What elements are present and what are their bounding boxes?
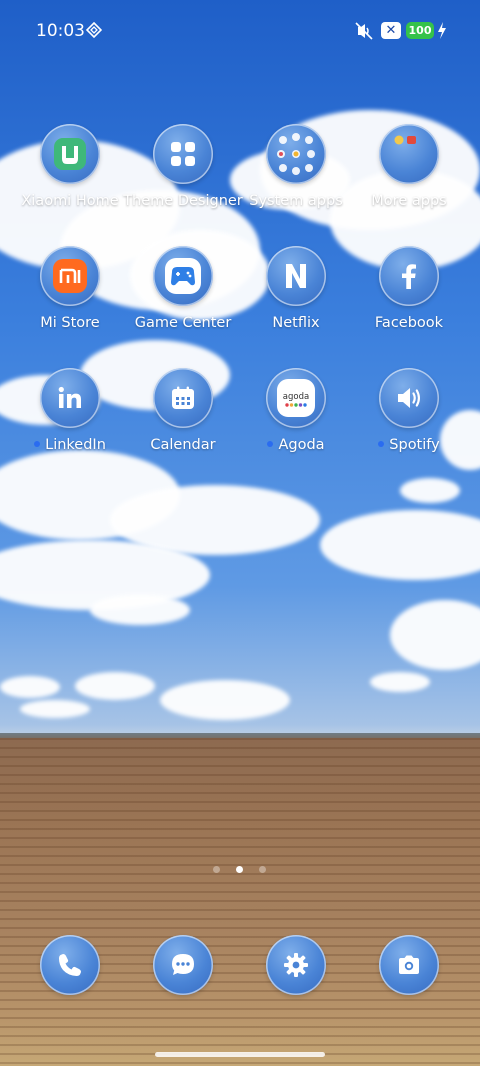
page-dot-current [236,866,243,873]
clock: 10:03 [36,21,85,41]
x-notification-icon: ✕ [381,22,401,39]
app-label: Spotify [333,437,480,453]
calendar-icon [153,368,213,428]
vpn-icon [86,22,102,38]
battery-icon: 100 [406,22,434,39]
phone-icon[interactable] [40,935,100,995]
netflix-icon [266,246,326,306]
speaker-icon [379,368,439,428]
home-gesture-bar[interactable] [155,1052,325,1057]
field-ground [0,738,480,1066]
agoda-icon: agoda [266,368,326,428]
new-install-dot [34,441,41,447]
grid-icon [153,124,213,184]
silent-mode-icon [355,22,373,40]
app-label-text: LinkedIn [45,437,106,453]
page-dot [213,866,220,873]
folder-icon [266,124,326,184]
camera-icon[interactable] [379,935,439,995]
agoda-logo-text: agoda [283,392,309,402]
page-dot [259,866,266,873]
app-label-text: Agoda [278,437,325,453]
charging-icon [438,22,446,39]
chat-icon[interactable] [153,935,213,995]
new-install-dot [267,441,274,447]
gear-icon[interactable] [266,935,326,995]
mi-store-icon [40,246,100,306]
app-label: More apps [371,193,447,209]
gamepad-icon [153,246,213,306]
status-bar: 10:03 ✕ 100 [0,0,480,60]
facebook-icon [379,246,439,306]
new-install-dot [378,441,385,447]
xiaomi-home-icon [40,124,100,184]
linkedin-icon [40,368,100,428]
folder-icon [379,124,439,184]
page-indicator [213,866,267,874]
app-label-text: Spotify [389,437,440,453]
app-label: Facebook [374,315,444,331]
